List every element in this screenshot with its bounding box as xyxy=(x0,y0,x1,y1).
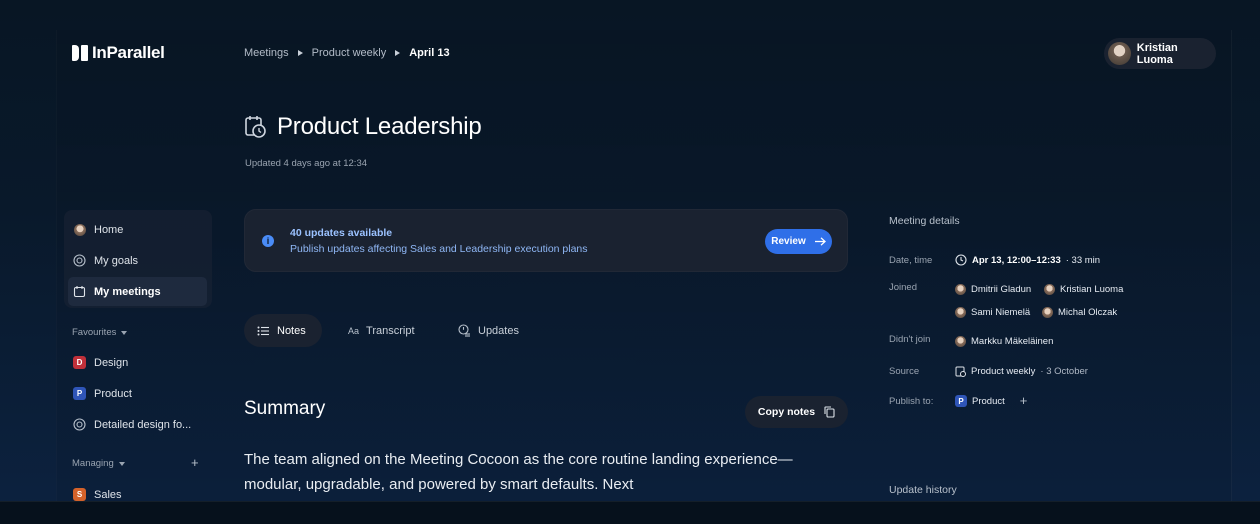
clock-icon xyxy=(955,254,967,266)
page-title: Product Leadership xyxy=(277,113,482,140)
product-badge-icon: P xyxy=(73,387,86,400)
sidebar-item-my-goals[interactable]: My goals xyxy=(68,246,207,275)
arrow-right-icon xyxy=(814,237,826,246)
target-icon xyxy=(73,418,86,431)
source-label: Source xyxy=(889,366,920,377)
avatar xyxy=(1044,284,1055,295)
summary-title: Summary xyxy=(244,398,326,419)
avatar xyxy=(1042,307,1053,318)
participant[interactable]: Sami Niemelä xyxy=(955,307,1030,318)
review-button[interactable]: Review xyxy=(765,229,832,254)
sidebar-item-label: My meetings xyxy=(94,285,161,298)
sidebar-item-label: Product xyxy=(94,387,132,400)
source-link[interactable]: Product weekly · 3 October xyxy=(955,365,1088,377)
managing-header[interactable]: Managing xyxy=(72,458,125,469)
copy-icon xyxy=(824,406,835,418)
avatar xyxy=(955,336,966,347)
publish-target-name: Product xyxy=(972,395,1005,407)
design-badge-icon: D xyxy=(73,356,86,369)
date-value: Apr 13, 12:00–12:33 · 33 min xyxy=(955,254,1100,266)
publish-label: Publish to: xyxy=(889,396,934,407)
breadcrumb-product-weekly[interactable]: Product weekly xyxy=(312,47,387,59)
add-publish-target-icon[interactable]: + xyxy=(1020,394,1028,407)
calendar-clock-icon xyxy=(955,366,966,377)
sidebar-item-label: Home xyxy=(94,223,124,236)
tab-label: Transcript xyxy=(366,324,415,337)
sidebar-item-label: Detailed design fo... xyxy=(94,418,192,431)
calendar-clock-icon xyxy=(245,116,266,138)
user-name: Kristian Luoma xyxy=(1136,41,1178,66)
logo-text: InParallel xyxy=(92,43,165,62)
source-date: · 3 October xyxy=(1040,365,1088,377)
text-icon: Aa xyxy=(348,325,360,336)
banner-subtitle: Publish updates affecting Sales and Lead… xyxy=(290,243,588,255)
breadcrumb: Meetings Product weekly April 13 xyxy=(244,47,450,59)
tab-notes[interactable]: Notes xyxy=(244,314,322,347)
copy-notes-button[interactable]: Copy notes xyxy=(745,396,848,428)
avatar xyxy=(955,284,966,295)
favourites-header[interactable]: Favourites xyxy=(72,327,128,338)
participant-name: Dmitrii Gladun xyxy=(971,284,1032,295)
updates-banner: i 40 updates available Publish updates a… xyxy=(244,209,848,272)
calendar-icon xyxy=(73,286,86,298)
chevron-right-icon xyxy=(297,50,303,56)
sales-badge-icon: S xyxy=(73,488,86,501)
chevron-down-icon xyxy=(121,330,128,335)
summary-text: The team aligned on the Meeting Cocoon a… xyxy=(244,451,793,493)
sidebar-item-label: My goals xyxy=(94,254,139,267)
info-icon: i xyxy=(262,235,274,247)
avatar xyxy=(1108,42,1131,65)
breadcrumb-meetings[interactable]: Meetings xyxy=(244,47,289,59)
updates-icon xyxy=(458,324,470,337)
sidebar-item-label: Sales xyxy=(94,488,122,501)
update-history-title: Update history xyxy=(889,484,957,496)
participant-name: Sami Niemelä xyxy=(971,307,1031,318)
tab-label: Notes xyxy=(277,324,306,337)
avatar xyxy=(955,307,966,318)
user-menu-button[interactable]: Kristian Luoma xyxy=(1104,38,1216,69)
participant-name: Kristian Luoma xyxy=(1060,284,1124,295)
tab-transcript[interactable]: Aa Transcript xyxy=(335,314,428,347)
favourites-label: Favourites xyxy=(72,327,117,338)
logo-mark-icon xyxy=(72,45,88,61)
breadcrumb-current: April 13 xyxy=(409,47,450,59)
participant[interactable]: Kristian Luoma xyxy=(1044,284,1123,295)
sidebar-item-my-meetings[interactable]: My meetings xyxy=(68,277,207,306)
participant[interactable]: Michal Olczak xyxy=(1042,307,1117,318)
participant[interactable]: Dmitrii Gladun xyxy=(955,284,1031,295)
publish-target[interactable]: P Product + xyxy=(955,394,1028,407)
participant[interactable]: Markku Mäkeläinen xyxy=(955,336,1053,347)
tab-label: Updates xyxy=(478,324,519,337)
date-time-text: Apr 13, 12:00–12:33 xyxy=(972,254,1061,266)
meeting-details-title: Meeting details xyxy=(889,215,960,227)
sidebar-item-label: Design xyxy=(94,356,129,369)
chevron-down-icon xyxy=(118,461,125,466)
banner-title: 40 updates available xyxy=(290,227,393,239)
updated-timestamp: Updated 4 days ago at 12:34 xyxy=(245,158,368,169)
avatar-icon xyxy=(73,223,86,236)
target-icon xyxy=(73,254,86,267)
chevron-right-icon xyxy=(395,50,401,56)
bottom-bar xyxy=(0,501,1260,524)
sidebar-item-product[interactable]: P Product xyxy=(68,379,207,408)
date-label: Date, time xyxy=(889,255,933,266)
product-badge-icon: P xyxy=(955,395,967,407)
app-logo[interactable]: InParallel xyxy=(72,43,165,63)
not-joined-label: Didn't join xyxy=(889,334,931,345)
participant-name: Markku Mäkeläinen xyxy=(971,336,1054,347)
joined-label: Joined xyxy=(889,282,917,293)
sidebar-item-design[interactable]: D Design xyxy=(68,348,207,377)
review-button-label: Review xyxy=(771,236,806,247)
managing-label: Managing xyxy=(72,458,114,469)
copy-notes-label: Copy notes xyxy=(757,406,816,418)
participant-name: Michal Olczak xyxy=(1058,307,1118,318)
add-managing-icon[interactable]: + xyxy=(191,456,199,469)
page-header: Product Leadership xyxy=(244,113,482,141)
sidebar-item-detailed-design[interactable]: Detailed design fo... xyxy=(68,410,207,439)
duration-text: · 33 min xyxy=(1065,254,1101,266)
source-name: Product weekly xyxy=(971,365,1036,377)
list-icon xyxy=(257,326,269,335)
sidebar-item-home[interactable]: Home xyxy=(68,215,207,244)
tab-updates[interactable]: Updates xyxy=(445,314,532,347)
